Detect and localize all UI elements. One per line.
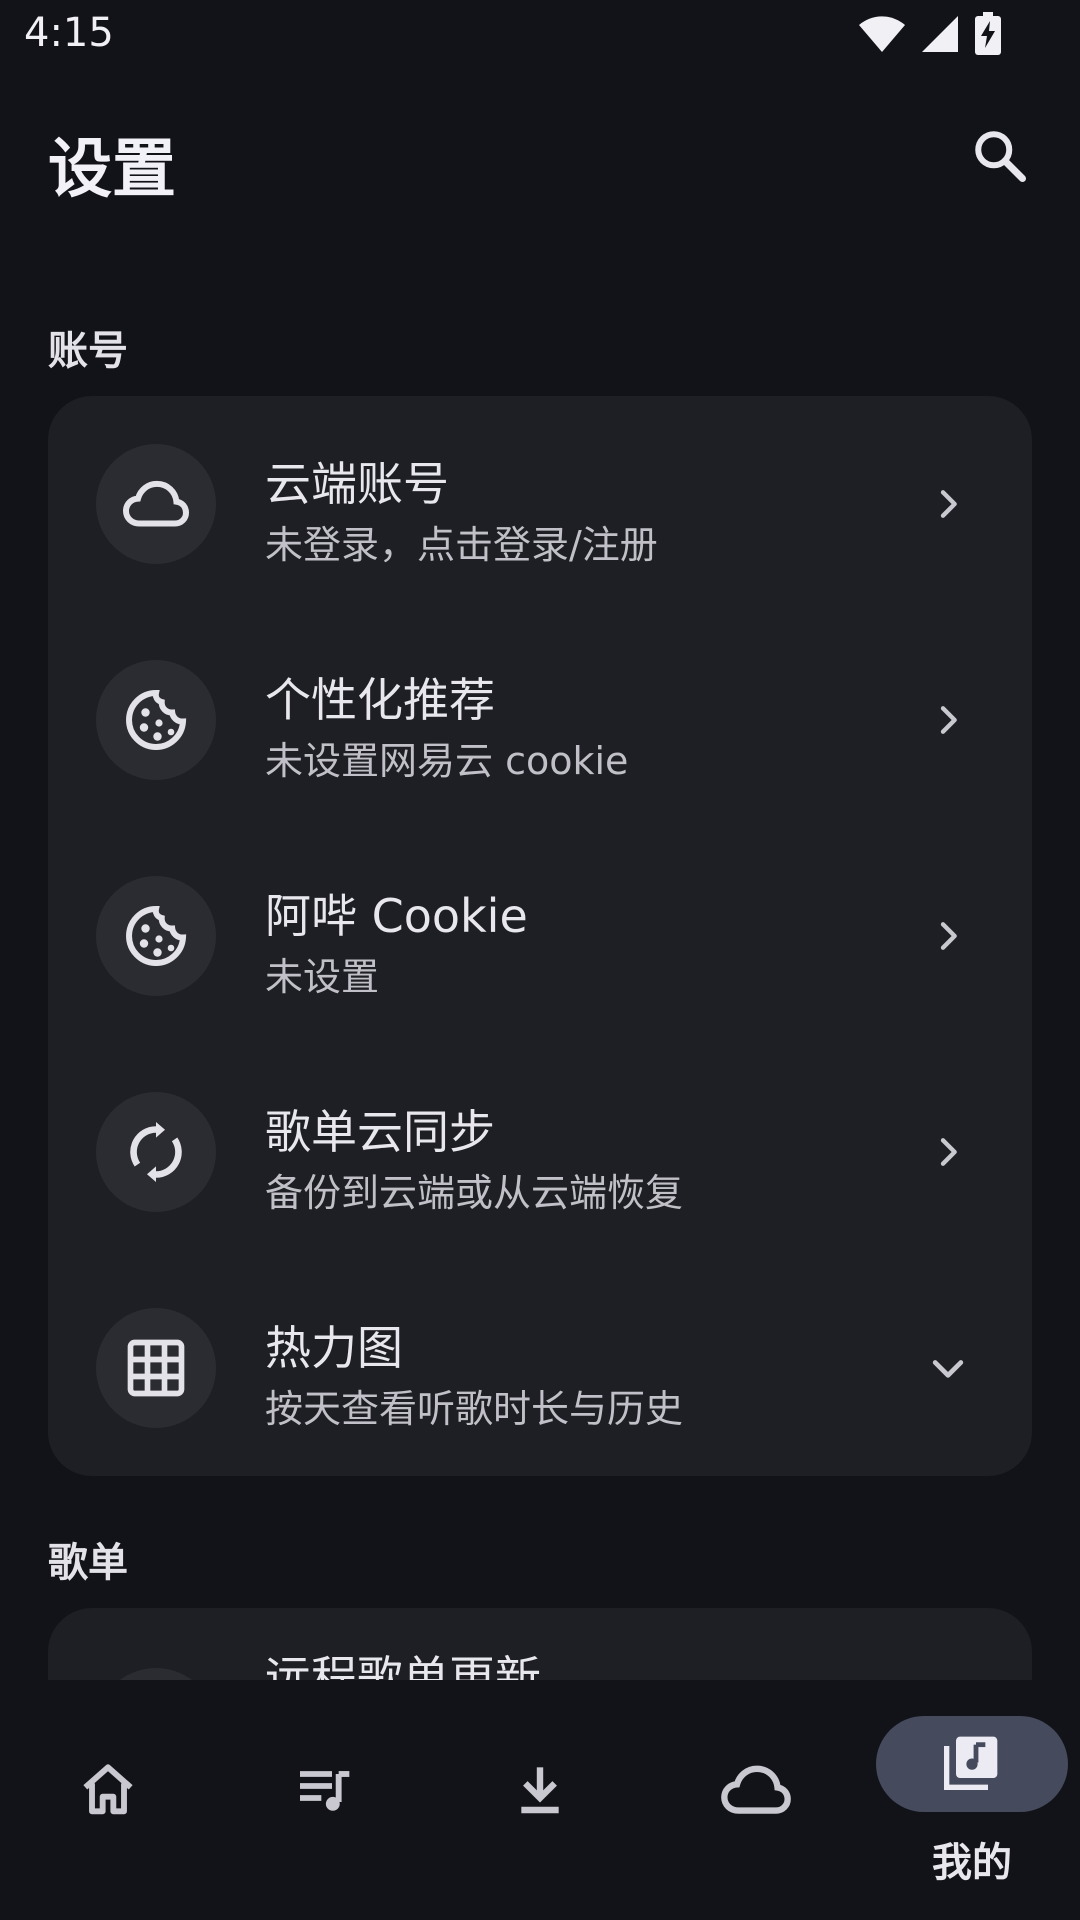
cookie-icon <box>96 660 216 780</box>
settings-item-subtitle: 未设置网易云 cookie <box>265 739 629 783</box>
settings-item-playlist-cloud-sync[interactable]: 歌单云同步 备份到云端或从云端恢复 <box>48 1044 1032 1260</box>
status-icons <box>858 12 1002 60</box>
settings-item-personalized-recommendation[interactable]: 个性化推荐 未设置网易云 cookie <box>48 612 1032 828</box>
settings-item-title: 云端账号 <box>265 457 449 511</box>
settings-item-subtitle: 未设置 <box>265 955 380 999</box>
nav-item-cloud[interactable] <box>648 1680 864 1920</box>
chevron-right-icon <box>924 912 972 960</box>
section-label-account: 账号 <box>48 328 128 374</box>
account-settings-card: 云端账号 未登录，点击登录/注册 个性化推荐 未设置网易云 cookie 阿哔 … <box>48 396 1032 1476</box>
nav-label-mine[interactable]: 我的 <box>876 1830 1068 1888</box>
chevron-right-icon <box>924 696 972 744</box>
settings-item-title[interactable]: 远程歌单更新 <box>265 1642 541 1680</box>
cloud-icon <box>716 1750 796 1830</box>
settings-item-subtitle: 按天查看听歌时长与历史 <box>265 1387 684 1431</box>
page-title: 设置 <box>48 133 176 207</box>
settings-item-title: 热力图 <box>265 1321 403 1375</box>
settings-item-icon-bg <box>96 1668 216 1680</box>
chevron-right-icon <box>924 1128 972 1176</box>
status-time: 4:15 <box>24 10 114 56</box>
playlist-icon <box>284 1750 364 1830</box>
cloud-icon <box>96 444 216 564</box>
sync-icon <box>96 1092 216 1212</box>
settings-item-heatmap[interactable]: 热力图 按天查看听歌时长与历史 <box>48 1260 1032 1476</box>
nav-item-mine[interactable] <box>876 1716 1068 1812</box>
wifi-icon <box>858 14 906 58</box>
top-app-bar: 设置 <box>0 90 1080 230</box>
grid-icon <box>96 1308 216 1428</box>
settings-item-title: 阿哔 Cookie <box>265 889 528 943</box>
settings-item-subtitle: 备份到云端或从云端恢复 <box>265 1171 684 1215</box>
chevron-right-icon <box>924 480 972 528</box>
settings-item-title: 个性化推荐 <box>265 673 495 727</box>
settings-item-title: 歌单云同步 <box>265 1105 495 1159</box>
settings-item-subtitle: 未登录，点击登录/注册 <box>265 523 658 567</box>
settings-item-cloud-account[interactable]: 云端账号 未登录，点击登录/注册 <box>48 396 1032 612</box>
home-icon <box>68 1750 148 1830</box>
chevron-down-icon <box>924 1344 972 1392</box>
playlist-settings-card: 远程歌单更新 <box>48 1608 1032 1680</box>
search-icon <box>970 126 1030 190</box>
nav-item-home[interactable] <box>0 1680 216 1920</box>
nav-item-download[interactable] <box>432 1680 648 1920</box>
nav-item-playlist[interactable] <box>216 1680 432 1920</box>
bottom-navigation: 我的 <box>0 1680 1080 1920</box>
signal-icon <box>920 14 960 58</box>
cookie-icon <box>96 876 216 996</box>
download-icon <box>500 1750 580 1830</box>
battery-charging-icon <box>974 12 1002 60</box>
settings-item-bilibili-cookie[interactable]: 阿哔 Cookie 未设置 <box>48 828 1032 1044</box>
playlist-card-clip: 远程歌单更新 <box>0 1608 1080 1680</box>
status-bar: 4:15 <box>0 0 1080 80</box>
section-label-playlist: 歌单 <box>48 1540 128 1586</box>
library-music-icon <box>940 1730 1004 1798</box>
search-button[interactable] <box>962 120 1038 196</box>
